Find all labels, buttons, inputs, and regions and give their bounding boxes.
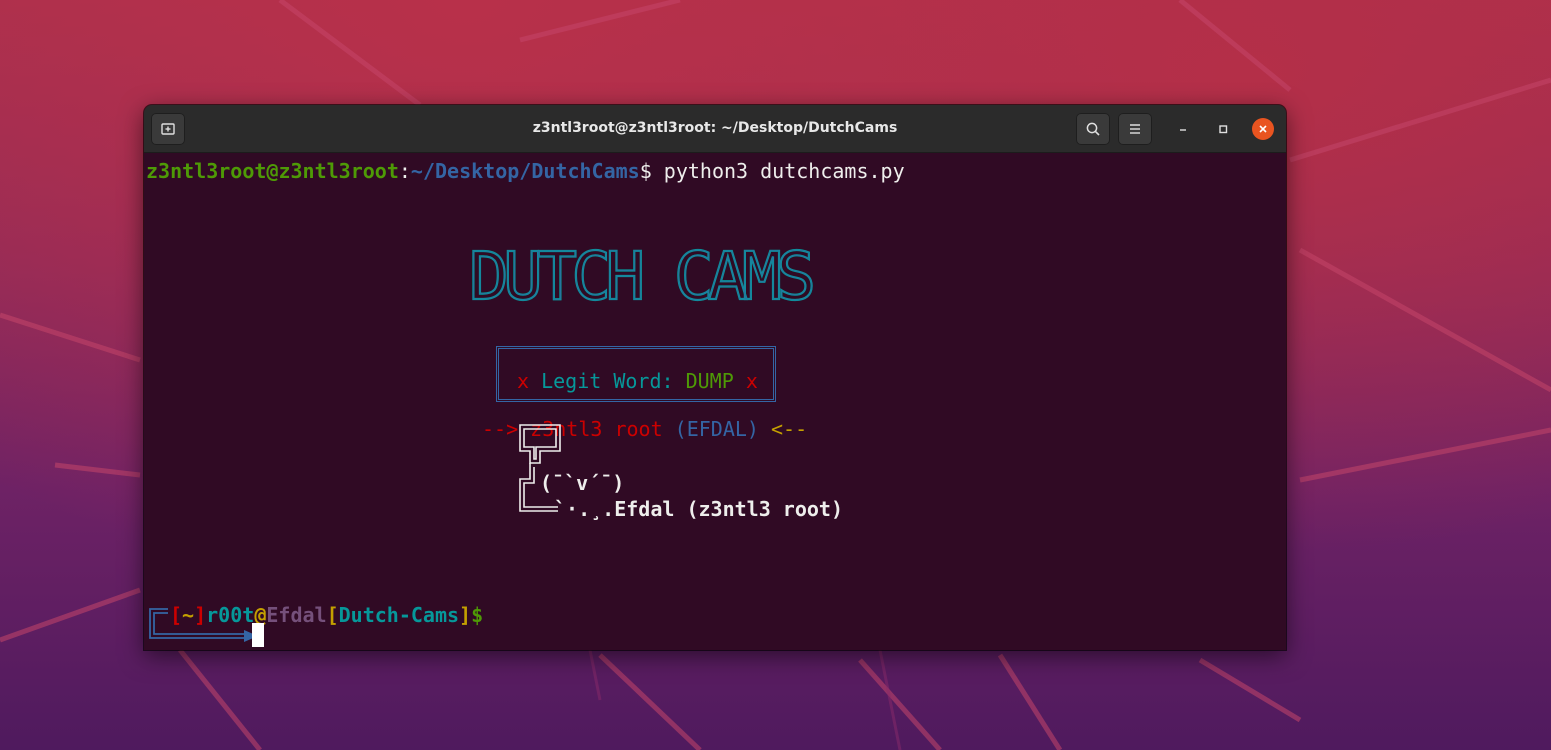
prompt-host: Efdal (266, 603, 327, 627)
prompt-lbracket-2: [ (326, 603, 339, 627)
prompt-user: r00t (206, 603, 255, 627)
arrow-left: --> (482, 417, 519, 441)
dutch-cams-logo: DUTCH CAMS DUTCH CAMS (469, 243, 817, 305)
maximize-icon (1219, 125, 1228, 134)
shell-prompt: [~]r00t@Efdal[Dutch-Cams]$ (170, 603, 483, 627)
prompt-rbracket: ] (194, 603, 207, 627)
author-alias: (EFDAL) (674, 417, 759, 441)
prompt-dollar: $ (639, 159, 664, 183)
signature-face: (¯`v´¯) (540, 471, 625, 495)
hamburger-menu-icon (1130, 124, 1140, 134)
legit-word-line: x Legit Word: DUMP x (517, 369, 758, 393)
close-icon (1259, 125, 1267, 133)
text-cursor[interactable] (252, 623, 264, 647)
search-button[interactable] (1076, 113, 1110, 145)
prompt-command: python3 dutchcams.py (663, 159, 905, 183)
menu-button[interactable] (1118, 113, 1152, 145)
prompt-rbracket-2: ] (459, 603, 472, 627)
prompt-shell-dollar: $ (471, 603, 484, 627)
maximize-button[interactable] (1212, 118, 1234, 140)
command-line: z3ntl3root@z3ntl3root:~/Desktop/DutchCam… (146, 159, 905, 183)
prompt-project: Dutch-Cams (338, 603, 460, 627)
window-title: z3ntl3root@z3ntl3root: ~/Desktop/DutchCa… (532, 120, 898, 136)
close-button[interactable] (1252, 118, 1274, 140)
search-icon (1086, 122, 1100, 136)
logo-text-inner: DUTCH CAMS (469, 243, 815, 305)
arrow-right: <-- (771, 417, 808, 441)
legit-word-value: DUMP (685, 369, 734, 393)
prompt-tilde: ~ (182, 603, 195, 627)
minimize-icon (1180, 129, 1186, 131)
minimize-button[interactable] (1172, 118, 1194, 140)
terminal-output[interactable]: z3ntl3root@z3ntl3root:~/Desktop/DutchCam… (144, 153, 1286, 650)
box-left-x: x (517, 369, 530, 393)
prompt-lbracket: [ (170, 603, 183, 627)
prompt-user-host: z3ntl3root@z3ntl3root (146, 159, 399, 183)
title-bar: z3ntl3root@z3ntl3root: ~/Desktop/DutchCa… (144, 105, 1286, 153)
prompt-separator: : (398, 159, 411, 183)
box-right-x: x (745, 369, 758, 393)
terminal-window: z3ntl3root@z3ntl3root: ~/Desktop/DutchCa… (144, 105, 1286, 650)
signature-name: `·.¸.Efdal (z3ntl3 root) (554, 497, 843, 521)
legit-word-label: Legit Word: (541, 369, 674, 393)
prompt-path: ~/Desktop/DutchCams (410, 159, 640, 183)
